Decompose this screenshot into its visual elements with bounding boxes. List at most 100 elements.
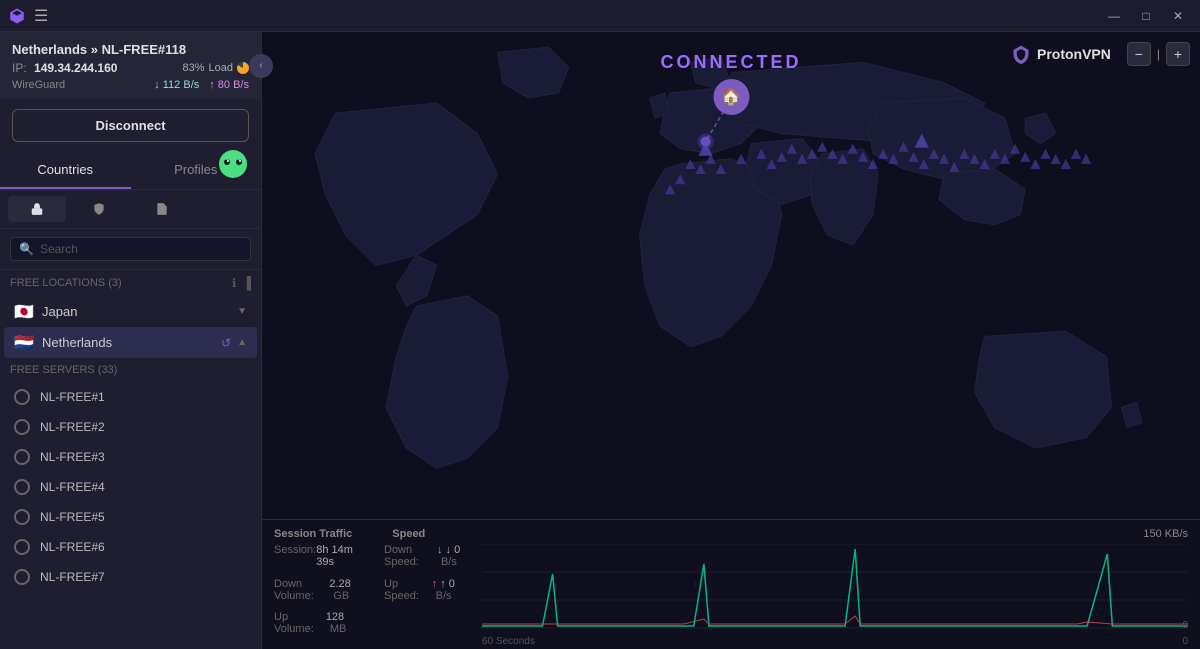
section-header-icons: ℹ ▐ <box>232 276 251 290</box>
free-servers-header: FREE Servers (33) <box>0 358 261 382</box>
server-item-nl6[interactable]: NL-FREE#6 <box>4 532 257 562</box>
speed-zero-label: 0 <box>1182 620 1188 631</box>
filter-lock-button[interactable] <box>8 196 66 222</box>
server-name-nl4: NL-FREE#4 <box>40 480 105 494</box>
free-locations-label: FREE Locations (3) <box>10 277 122 289</box>
server-dot <box>14 569 30 585</box>
filter-arrow-button[interactable] <box>195 196 253 222</box>
protocol-name: WireGuard <box>12 79 65 91</box>
map-area: CONNECTED 🏠 ProtonVPN − | + <box>262 32 1200 519</box>
proton-vpn-icon <box>1011 44 1031 64</box>
proton-vpn-label: ProtonVPN <box>1037 46 1111 62</box>
netherlands-chevron[interactable]: ▲ <box>237 337 247 348</box>
up-speed-label: Up Speed: <box>384 578 432 610</box>
zoom-out-button[interactable]: − <box>1127 42 1151 66</box>
japan-name: Japan <box>42 304 237 319</box>
collapse-button[interactable]: ‹ <box>249 54 273 78</box>
server-dot <box>14 419 30 435</box>
mascot-icon <box>215 144 251 180</box>
load-circle <box>237 62 249 74</box>
filter-shield-button[interactable] <box>70 196 128 222</box>
up-volume-row: Up Volume: 128 MB <box>274 611 364 643</box>
speed-title: Speed <box>392 528 425 540</box>
netherlands-actions: ↺ ▲ <box>221 336 247 350</box>
speed-chart <box>482 544 1188 629</box>
server-name-nl7: NL-FREE#7 <box>40 570 105 584</box>
up-speed: ↑ 80 B/s <box>209 79 249 91</box>
server-name-nl3: NL-FREE#3 <box>40 450 105 464</box>
window-controls: — □ ✕ <box>1100 6 1192 26</box>
search-input[interactable] <box>40 242 242 256</box>
traffic-info: ↓ 112 B/s ↑ 80 B/s <box>154 79 249 91</box>
server-name-nl6: NL-FREE#6 <box>40 540 105 554</box>
chart-time-left: 60 Seconds <box>482 636 535 647</box>
chart-labels: 60 Seconds 0 <box>482 636 1188 647</box>
connection-header: Netherlands » NL-FREE#118 IP: 149.34.244… <box>0 32 261 99</box>
session-row: Session: 8h 14m 39s <box>274 544 364 576</box>
filter-doc-button[interactable] <box>133 196 191 222</box>
maximize-button[interactable]: □ <box>1132 6 1160 26</box>
reconnect-icon[interactable]: ↺ <box>221 336 231 350</box>
server-item-nl1[interactable]: NL-FREE#1 <box>4 382 257 412</box>
up-speed-row: Up Speed: ↑ ↑ 0 B/s <box>384 578 474 610</box>
server-dot <box>14 509 30 525</box>
titlebar-left: ☰ <box>8 6 48 26</box>
free-locations-header: FREE Locations (3) ℹ ▐ <box>0 270 261 296</box>
proton-branding: ProtonVPN <box>1011 44 1111 64</box>
ip-label: IP: <box>12 61 27 75</box>
server-dot <box>14 389 30 405</box>
speed-max-value: 150 KB/s <box>1143 528 1188 540</box>
tab-countries[interactable]: Countries <box>0 152 131 189</box>
main-layout: Netherlands » NL-FREE#118 IP: 149.34.244… <box>0 32 1200 649</box>
info-icon[interactable]: ℹ <box>232 276 237 290</box>
server-item-nl4[interactable]: NL-FREE#4 <box>4 472 257 502</box>
disconnect-button[interactable]: Disconnect <box>12 109 249 142</box>
japan-chevron: ▼ <box>237 306 247 317</box>
server-item-nl3[interactable]: NL-FREE#3 <box>4 442 257 472</box>
session-label: Session: <box>274 544 316 576</box>
close-button[interactable]: ✕ <box>1164 6 1192 26</box>
logo-zoom-row: ProtonVPN − | + <box>1011 42 1190 66</box>
stats-body: Session: 8h 14m 39s Down Speed: ↓ ↓ 0 B/… <box>274 544 1188 647</box>
zoom-controls: − | + <box>1127 42 1190 66</box>
chart-time-right: 0 <box>1182 636 1188 647</box>
connection-protocol-row: WireGuard ↓ 112 B/s ↑ 80 B/s <box>12 79 249 91</box>
stats-header: Session Traffic Speed 150 KB/s <box>274 528 1188 540</box>
stats-labels-left: Session Traffic Speed <box>274 528 425 540</box>
down-volume-row: Down Volume: 2.28 GB <box>274 578 364 610</box>
load-info: 83% Load <box>182 62 249 74</box>
country-item-japan[interactable]: 🇯🇵 Japan ▼ <box>4 296 257 327</box>
server-name-nl5: NL-FREE#5 <box>40 510 105 524</box>
filter-bar <box>0 190 261 229</box>
server-name-nl1: NL-FREE#1 <box>40 390 105 404</box>
right-panel: CONNECTED 🏠 ProtonVPN − | + <box>262 32 1200 649</box>
sidebar: Netherlands » NL-FREE#118 IP: 149.34.244… <box>0 32 262 649</box>
zoom-in-button[interactable]: + <box>1166 42 1190 66</box>
minimize-button[interactable]: — <box>1100 6 1128 26</box>
up-speed-arrow: ↑ <box>432 578 438 590</box>
titlebar: ☰ — □ ✕ <box>0 0 1200 32</box>
down-speed-row: Down Speed: ↓ ↓ 0 B/s <box>384 544 474 576</box>
up-volume-label: Up Volume: <box>274 611 326 643</box>
netherlands-flag: 🇳🇱 <box>14 336 34 350</box>
connected-home-icon: 🏠 <box>713 79 749 115</box>
hamburger-icon[interactable]: ☰ <box>34 6 48 26</box>
session-traffic-title: Session Traffic <box>274 528 352 540</box>
ip-value: 149.34.244.160 <box>34 61 117 75</box>
search-bar: 🔍 <box>0 229 261 270</box>
connection-ip-row: IP: 149.34.244.160 83% Load <box>12 61 249 75</box>
server-item-nl7[interactable]: NL-FREE#7 <box>4 562 257 592</box>
down-volume-value: 2.28 GB <box>329 578 364 610</box>
server-dot <box>14 449 30 465</box>
down-speed-arrow: ↓ <box>437 544 443 556</box>
server-item-nl5[interactable]: NL-FREE#5 <box>4 502 257 532</box>
speed-right: 150 KB/s <box>1143 528 1188 540</box>
connected-badge: CONNECTED 🏠 <box>660 52 801 115</box>
load-value: 83% <box>182 62 204 74</box>
server-item-nl2[interactable]: NL-FREE#2 <box>4 412 257 442</box>
connection-server: Netherlands » NL-FREE#118 <box>12 42 249 57</box>
country-list: FREE Locations (3) ℹ ▐ 🇯🇵 Japan ▼ 🇳🇱 Net… <box>0 270 261 649</box>
down-speed-label: Down Speed: <box>384 544 437 576</box>
connected-text: CONNECTED <box>660 52 801 73</box>
country-item-netherlands[interactable]: 🇳🇱 Netherlands ↺ ▲ <box>4 327 257 358</box>
